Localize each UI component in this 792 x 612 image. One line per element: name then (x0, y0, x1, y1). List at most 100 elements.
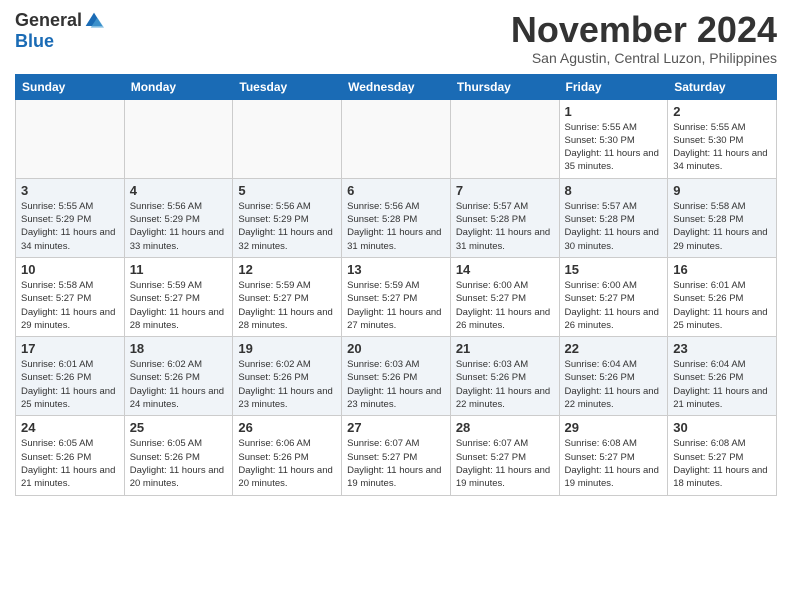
day-number: 25 (130, 420, 228, 435)
day-number: 10 (21, 262, 119, 277)
day-number: 29 (565, 420, 663, 435)
day-info: Sunrise: 6:04 AM Sunset: 5:26 PM Dayligh… (565, 358, 663, 411)
day-number: 21 (456, 341, 554, 356)
day-number: 18 (130, 341, 228, 356)
month-title: November 2024 (511, 10, 777, 50)
table-row: 12 Sunrise: 5:59 AM Sunset: 5:27 PM Dayli… (233, 257, 342, 336)
day-info: Sunrise: 6:03 AM Sunset: 5:26 PM Dayligh… (347, 358, 445, 411)
day-info: Sunrise: 6:00 AM Sunset: 5:27 PM Dayligh… (456, 279, 554, 332)
day-info: Sunrise: 5:59 AM Sunset: 5:27 PM Dayligh… (238, 279, 336, 332)
day-number: 30 (673, 420, 771, 435)
day-number: 26 (238, 420, 336, 435)
day-info: Sunrise: 6:04 AM Sunset: 5:26 PM Dayligh… (673, 358, 771, 411)
calendar-week-row: 1 Sunrise: 5:55 AM Sunset: 5:30 PM Daylig… (16, 99, 777, 178)
col-sunday: Sunday (16, 74, 125, 99)
col-monday: Monday (124, 74, 233, 99)
day-info: Sunrise: 5:56 AM Sunset: 5:28 PM Dayligh… (347, 200, 445, 253)
table-row: 2 Sunrise: 5:55 AM Sunset: 5:30 PM Daylig… (668, 99, 777, 178)
col-thursday: Thursday (450, 74, 559, 99)
day-info: Sunrise: 5:55 AM Sunset: 5:30 PM Dayligh… (673, 121, 771, 174)
day-number: 17 (21, 341, 119, 356)
day-info: Sunrise: 5:59 AM Sunset: 5:27 PM Dayligh… (130, 279, 228, 332)
logo: General Blue (15, 10, 104, 52)
day-number: 27 (347, 420, 445, 435)
table-row: 13Sunrise: 5:59 AM Sunset: 5:27 PM Dayli… (342, 257, 451, 336)
table-row: 23 Sunrise: 6:04 AM Sunset: 5:26 PM Dayli… (668, 337, 777, 416)
day-number: 4 (130, 183, 228, 198)
day-info: Sunrise: 6:07 AM Sunset: 5:27 PM Dayligh… (347, 437, 445, 490)
table-row: 9 Sunrise: 5:58 AM Sunset: 5:28 PM Daylig… (668, 178, 777, 257)
table-row: 8Sunrise: 5:57 AM Sunset: 5:28 PM Daylig… (559, 178, 668, 257)
page: General Blue November 2024 San Agustin, … (0, 0, 792, 612)
table-row: 7Sunrise: 5:57 AM Sunset: 5:28 PM Daylig… (450, 178, 559, 257)
day-number: 13 (347, 262, 445, 277)
table-row: 1 Sunrise: 5:55 AM Sunset: 5:30 PM Daylig… (559, 99, 668, 178)
table-row: 11 Sunrise: 5:59 AM Sunset: 5:27 PM Dayli… (124, 257, 233, 336)
table-row: 6 Sunrise: 5:56 AM Sunset: 5:28 PM Daylig… (342, 178, 451, 257)
day-number: 6 (347, 183, 445, 198)
table-row: 22 Sunrise: 6:04 AM Sunset: 5:26 PM Dayli… (559, 337, 668, 416)
table-row: 19 Sunrise: 6:02 AM Sunset: 5:26 PM Dayli… (233, 337, 342, 416)
day-number: 8 (565, 183, 663, 198)
day-info: Sunrise: 6:02 AM Sunset: 5:26 PM Dayligh… (130, 358, 228, 411)
table-row: 17 Sunrise: 6:01 AM Sunset: 5:26 PM Dayli… (16, 337, 125, 416)
day-number: 20 (347, 341, 445, 356)
day-info: Sunrise: 5:58 AM Sunset: 5:27 PM Dayligh… (21, 279, 119, 332)
day-info: Sunrise: 6:02 AM Sunset: 5:26 PM Dayligh… (238, 358, 336, 411)
day-number: 11 (130, 262, 228, 277)
table-row: 28 Sunrise: 6:07 AM Sunset: 5:27 PM Dayli… (450, 416, 559, 495)
table-row: 3Sunrise: 5:55 AM Sunset: 5:29 PM Daylig… (16, 178, 125, 257)
day-info: Sunrise: 5:56 AM Sunset: 5:29 PM Dayligh… (238, 200, 336, 253)
table-row: 18 Sunrise: 6:02 AM Sunset: 5:26 PM Dayli… (124, 337, 233, 416)
logo-general-text: General (15, 10, 82, 31)
table-row (342, 99, 451, 178)
table-row (233, 99, 342, 178)
header: General Blue November 2024 San Agustin, … (15, 10, 777, 66)
logo-icon (84, 11, 104, 31)
table-row: 5 Sunrise: 5:56 AM Sunset: 5:29 PM Daylig… (233, 178, 342, 257)
day-number: 16 (673, 262, 771, 277)
day-number: 22 (565, 341, 663, 356)
day-number: 19 (238, 341, 336, 356)
day-number: 28 (456, 420, 554, 435)
day-number: 12 (238, 262, 336, 277)
col-wednesday: Wednesday (342, 74, 451, 99)
day-info: Sunrise: 5:58 AM Sunset: 5:28 PM Dayligh… (673, 200, 771, 253)
table-row: 15Sunrise: 6:00 AM Sunset: 5:27 PM Dayli… (559, 257, 668, 336)
day-number: 23 (673, 341, 771, 356)
day-info: Sunrise: 5:57 AM Sunset: 5:28 PM Dayligh… (456, 200, 554, 253)
day-info: Sunrise: 5:55 AM Sunset: 5:30 PM Dayligh… (565, 121, 663, 174)
table-row: 30 Sunrise: 6:08 AM Sunset: 5:27 PM Dayli… (668, 416, 777, 495)
calendar-week-row: 24Sunrise: 6:05 AM Sunset: 5:26 PM Dayli… (16, 416, 777, 495)
table-row: 24Sunrise: 6:05 AM Sunset: 5:26 PM Dayli… (16, 416, 125, 495)
col-tuesday: Tuesday (233, 74, 342, 99)
day-info: Sunrise: 6:08 AM Sunset: 5:27 PM Dayligh… (565, 437, 663, 490)
day-number: 2 (673, 104, 771, 119)
day-number: 1 (565, 104, 663, 119)
table-row (16, 99, 125, 178)
table-row: 25 Sunrise: 6:05 AM Sunset: 5:26 PM Dayli… (124, 416, 233, 495)
table-row (450, 99, 559, 178)
day-number: 15 (565, 262, 663, 277)
day-info: Sunrise: 6:05 AM Sunset: 5:26 PM Dayligh… (21, 437, 119, 490)
day-number: 9 (673, 183, 771, 198)
day-info: Sunrise: 6:05 AM Sunset: 5:26 PM Dayligh… (130, 437, 228, 490)
calendar-table: Sunday Monday Tuesday Wednesday Thursday… (15, 74, 777, 496)
calendar-week-row: 3Sunrise: 5:55 AM Sunset: 5:29 PM Daylig… (16, 178, 777, 257)
location-title: San Agustin, Central Luzon, Philippines (511, 50, 777, 66)
table-row: 10 Sunrise: 5:58 AM Sunset: 5:27 PM Dayli… (16, 257, 125, 336)
day-number: 5 (238, 183, 336, 198)
day-info: Sunrise: 6:06 AM Sunset: 5:26 PM Dayligh… (238, 437, 336, 490)
day-info: Sunrise: 6:07 AM Sunset: 5:27 PM Dayligh… (456, 437, 554, 490)
table-row: 29 Sunrise: 6:08 AM Sunset: 5:27 PM Dayli… (559, 416, 668, 495)
calendar-week-row: 10 Sunrise: 5:58 AM Sunset: 5:27 PM Dayli… (16, 257, 777, 336)
table-row: 14Sunrise: 6:00 AM Sunset: 5:27 PM Dayli… (450, 257, 559, 336)
table-row: 21Sunrise: 6:03 AM Sunset: 5:26 PM Dayli… (450, 337, 559, 416)
day-info: Sunrise: 6:01 AM Sunset: 5:26 PM Dayligh… (21, 358, 119, 411)
day-info: Sunrise: 6:08 AM Sunset: 5:27 PM Dayligh… (673, 437, 771, 490)
table-row: 27 Sunrise: 6:07 AM Sunset: 5:27 PM Dayli… (342, 416, 451, 495)
table-row: 16Sunrise: 6:01 AM Sunset: 5:26 PM Dayli… (668, 257, 777, 336)
col-friday: Friday (559, 74, 668, 99)
title-section: November 2024 San Agustin, Central Luzon… (511, 10, 777, 66)
calendar-week-row: 17 Sunrise: 6:01 AM Sunset: 5:26 PM Dayli… (16, 337, 777, 416)
